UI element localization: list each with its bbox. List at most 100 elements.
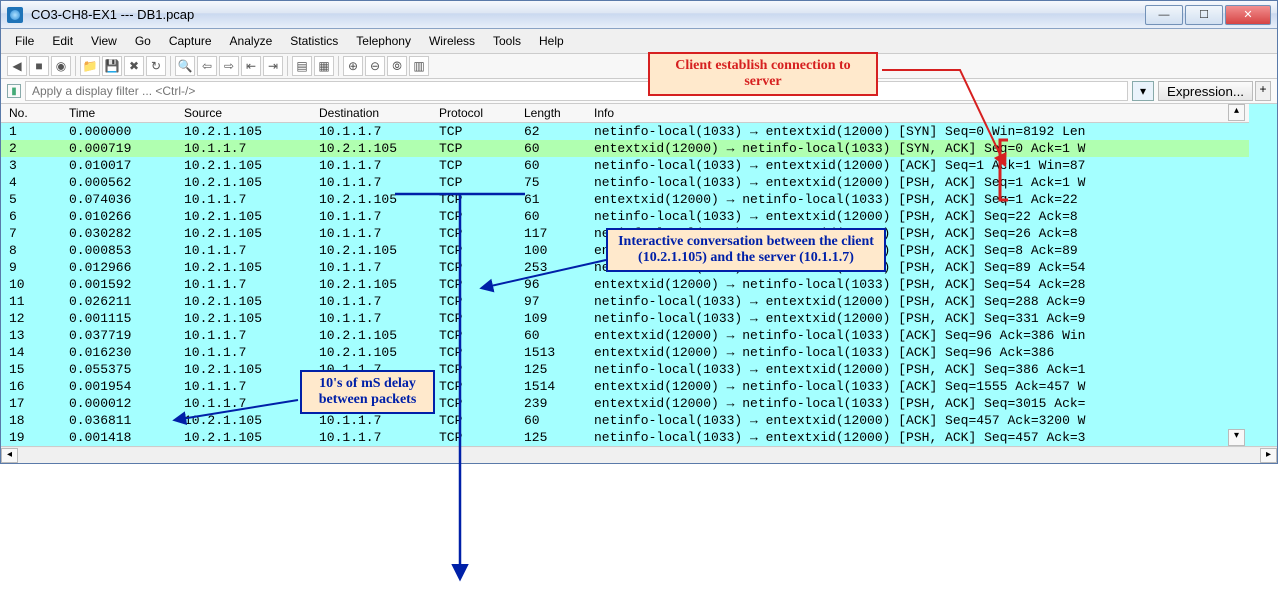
menu-file[interactable]: File [7,32,42,50]
cell-time: 0.000719 [61,140,176,157]
menu-wireless[interactable]: Wireless [421,32,483,50]
close-button[interactable]: ✕ [1225,5,1271,25]
add-filter-button[interactable]: + [1255,81,1271,101]
packet-row[interactable]: 190.00141810.2.1.10510.1.1.7TCP125netinf… [1,429,1277,446]
menu-statistics[interactable]: Statistics [282,32,346,50]
cell-len: 96 [516,276,586,293]
cell-time: 0.001115 [61,310,176,327]
find-packet-button[interactable]: 🔍 [175,56,195,76]
close-file-button[interactable]: ✖ [124,56,144,76]
packet-row[interactable]: 160.00195410.1.1.710.2.1.105TCP1514entex… [1,378,1277,395]
menubar: File Edit View Go Capture Analyze Statis… [1,29,1277,54]
packet-row[interactable]: 40.00056210.2.1.10510.1.1.7TCP75netinfo-… [1,174,1277,191]
display-filter-input[interactable] [25,81,1128,101]
packet-row[interactable]: 110.02621110.2.1.10510.1.1.7TCP97netinfo… [1,293,1277,310]
packet-list-table[interactable]: No. Time Source Destination Protocol Len… [1,104,1277,446]
go-last-button[interactable]: ⇥ [263,56,283,76]
stop-capture-button[interactable]: ■ [29,56,49,76]
cell-dst: 10.2.1.105 [311,242,431,259]
cell-no: 16 [1,378,61,395]
expression-button[interactable]: Expression... [1158,81,1253,101]
packet-row[interactable]: 180.03681110.2.1.10510.1.1.7TCP60netinfo… [1,412,1277,429]
cell-len: 62 [516,123,586,141]
packet-row[interactable]: 20.00071910.1.1.710.2.1.105TCP60entextxi… [1,140,1277,157]
cell-len: 117 [516,225,586,242]
start-capture-button[interactable]: ◀ [7,56,27,76]
menu-go[interactable]: Go [127,32,159,50]
packet-row[interactable]: 10.00000010.2.1.10510.1.1.7TCP62netinfo-… [1,123,1277,141]
cell-src: 10.2.1.105 [176,174,311,191]
packet-row[interactable]: 100.00159210.1.1.710.2.1.105TCP96entextx… [1,276,1277,293]
restart-capture-button[interactable]: ◉ [51,56,71,76]
col-length[interactable]: Length [516,104,586,123]
menu-help[interactable]: Help [531,32,572,50]
col-protocol[interactable]: Protocol [431,104,516,123]
go-first-button[interactable]: ⇤ [241,56,261,76]
packet-row[interactable]: 60.01026610.2.1.10510.1.1.7TCP60netinfo-… [1,208,1277,225]
cell-proto: TCP [431,174,516,191]
packet-row[interactable]: 140.01623010.1.1.710.2.1.105TCP1513entex… [1,344,1277,361]
cell-no: 11 [1,293,61,310]
open-file-button[interactable]: 📁 [80,56,100,76]
minimize-button[interactable]: — [1145,5,1183,25]
packet-row[interactable]: 120.00111510.2.1.10510.1.1.7TCP109netinf… [1,310,1277,327]
cell-src: 10.1.1.7 [176,276,311,293]
packet-row[interactable]: 30.01001710.2.1.10510.1.1.7TCP60netinfo-… [1,157,1277,174]
cell-src: 10.2.1.105 [176,259,311,276]
col-info[interactable]: Info [586,104,1277,123]
cell-dst: 10.1.1.7 [311,174,431,191]
save-file-button[interactable]: 💾 [102,56,122,76]
reload-button[interactable]: ↻ [146,56,166,76]
menu-edit[interactable]: Edit [44,32,81,50]
col-time[interactable]: Time [61,104,176,123]
cell-len: 60 [516,327,586,344]
go-prev-button[interactable]: ⇦ [197,56,217,76]
packet-row[interactable]: 50.07403610.1.1.710.2.1.105TCP61entextxi… [1,191,1277,208]
filter-history-dropdown[interactable]: ▾ [1132,81,1154,101]
zoom-reset-button[interactable]: ⦾ [387,56,407,76]
packet-row[interactable]: 130.03771910.1.1.710.2.1.105TCP60entextx… [1,327,1277,344]
resize-cols-button[interactable]: ▥ [409,56,429,76]
maximize-button[interactable]: ☐ [1185,5,1223,25]
zoom-in-button[interactable]: ⊕ [343,56,363,76]
menu-view[interactable]: View [83,32,125,50]
hscroll-right-button[interactable]: ▸ [1260,448,1277,463]
zoom-out-button[interactable]: ⊖ [365,56,385,76]
hscroll-left-button[interactable]: ◂ [1,448,18,463]
col-source[interactable]: Source [176,104,311,123]
col-destination[interactable]: Destination [311,104,431,123]
col-no[interactable]: No. [1,104,61,123]
packet-row[interactable]: 150.05537510.2.1.10510.1.1.7TCP125netinf… [1,361,1277,378]
hscrollbar[interactable]: ◂ ▸ [1,446,1277,463]
cell-info: netinfo-local(1033) → entextxid(12000) [… [586,208,1277,225]
cell-src: 10.2.1.105 [176,310,311,327]
annot-client-establish: Client establish connection to server [648,52,878,96]
menu-telephony[interactable]: Telephony [348,32,419,50]
cell-time: 0.026211 [61,293,176,310]
cell-proto: TCP [431,344,516,361]
vscroll-down-button[interactable]: ▾ [1228,429,1245,446]
hscroll-track[interactable] [18,448,1260,463]
cell-dst: 10.1.1.7 [311,310,431,327]
cell-len: 125 [516,429,586,446]
cell-info: entextxid(12000) → netinfo-local(1033) [… [586,191,1277,208]
menu-capture[interactable]: Capture [161,32,220,50]
cell-info: entextxid(12000) → netinfo-local(1033) [… [586,140,1277,157]
menu-tools[interactable]: Tools [485,32,529,50]
cell-len: 253 [516,259,586,276]
cell-time: 0.001592 [61,276,176,293]
auto-scroll-button[interactable]: ▤ [292,56,312,76]
cell-len: 239 [516,395,586,412]
packet-row[interactable]: 170.00001210.1.1.710.2.1.105TCP239entext… [1,395,1277,412]
cell-proto: TCP [431,191,516,208]
vscroll-up-button[interactable]: ▴ [1228,104,1245,121]
menu-analyze[interactable]: Analyze [222,32,281,50]
cell-no: 8 [1,242,61,259]
bookmark-filter-icon[interactable]: ▮ [7,84,21,98]
cell-no: 10 [1,276,61,293]
cell-info: entextxid(12000) → netinfo-local(1033) [… [586,344,1277,361]
cell-no: 5 [1,191,61,208]
colorize-button[interactable]: ▦ [314,56,334,76]
cell-dst: 10.1.1.7 [311,259,431,276]
go-next-button[interactable]: ⇨ [219,56,239,76]
